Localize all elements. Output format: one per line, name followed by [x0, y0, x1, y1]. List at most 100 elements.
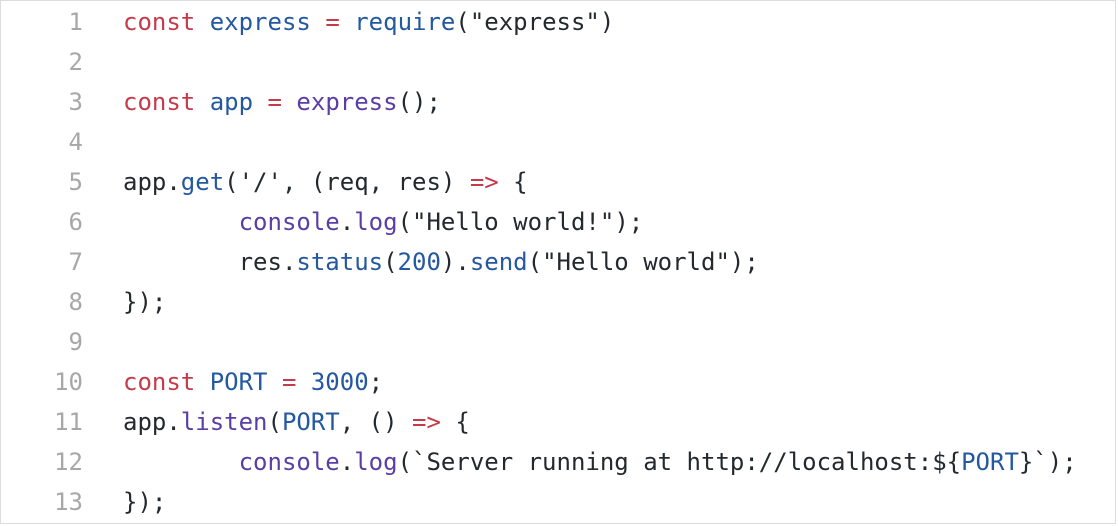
code-viewer: 1 const express = require("express") 2 3 con… [0, 0, 1116, 524]
code-line: 8}); [1, 282, 1115, 322]
code-token: console [238, 208, 340, 236]
code-line: 2 [1, 42, 1115, 82]
code-token: ); [729, 248, 759, 276]
code-token: get [180, 168, 225, 196]
code-token: ; [368, 368, 384, 396]
code-line: 10 const PORT = 3000; [1, 362, 1115, 402]
code-token: const [123, 368, 196, 396]
line-code: res.status(200).send("Hello world"); [123, 242, 759, 282]
code-token: app [209, 88, 254, 116]
code-line: 13}); [1, 482, 1115, 522]
code-token: app. [123, 408, 181, 436]
code-token: ( [224, 168, 239, 196]
code-token: "express" [469, 8, 600, 36]
code-token: express [209, 8, 311, 36]
code-lines-container: 1 const express = require("express") 2 3 con… [1, 2, 1115, 522]
code-token: const [123, 88, 196, 116]
code-token: const [123, 8, 196, 36]
line-number: 3 [68, 88, 83, 116]
code-token: ); [1047, 448, 1077, 476]
code-token: 3000 [310, 368, 369, 396]
code-token: 200 [397, 248, 441, 276]
code-line: 12 console.log(`Server running at http:/… [1, 442, 1115, 482]
code-token: status [296, 248, 384, 276]
line-number: 10 [54, 368, 83, 396]
code-token: send [469, 248, 528, 276]
code-token: ( [397, 208, 413, 236]
line-code: const PORT = 3000; [123, 362, 383, 402]
code-line: 9 [1, 322, 1115, 362]
line-number: 11 [54, 408, 83, 436]
code-line: 3 const app = express(); [1, 82, 1115, 122]
code-line: 11 app.listen(PORT, () => { [1, 402, 1115, 442]
line-code: app.listen(PORT, () => { [123, 402, 470, 442]
code-token: , () [339, 408, 412, 436]
line-code: }); [123, 282, 166, 322]
code-line: 1 const express = require("express") [1, 2, 1115, 42]
code-token: . [339, 208, 355, 236]
code-token: }); [123, 288, 167, 316]
code-token: => [469, 168, 499, 196]
line-number: 9 [68, 328, 83, 356]
code-token: listen [180, 408, 268, 436]
code-token: }` [1018, 448, 1048, 476]
line-number: 2 [68, 48, 83, 76]
code-line: 6 console.log("Hello world!"); [1, 202, 1115, 242]
code-token: app. [123, 168, 181, 196]
code-token: { [440, 408, 470, 436]
code-token: ( [527, 248, 543, 276]
line-code: app.get('/', (req, res) => { [123, 162, 528, 202]
line-number: 12 [54, 448, 83, 476]
code-token: ( [397, 448, 413, 476]
code-token: = [281, 368, 297, 396]
code-token: ). [440, 248, 470, 276]
line-number: 7 [68, 248, 83, 276]
code-token: `Server running at http://localhost:${ [412, 448, 962, 476]
line-code: console.log(`Server running at http://lo… [123, 442, 1077, 482]
code-token: = [267, 88, 282, 116]
code-token: "Hello world!" [412, 208, 615, 236]
line-number: 4 [68, 128, 83, 156]
code-line: 5 app.get('/', (req, res) => { [1, 162, 1115, 202]
code-token: { [498, 168, 528, 196]
code-token: . [339, 448, 355, 476]
code-token: ( [455, 8, 470, 36]
code-token: log [354, 448, 398, 476]
code-token: '/' [238, 168, 282, 196]
code-token: PORT [281, 408, 340, 436]
code-token: ( [267, 408, 282, 436]
code-token: ); [614, 208, 644, 236]
line-number: 1 [68, 8, 83, 36]
line-number: 8 [68, 288, 83, 316]
code-token: , (req, res) [281, 168, 470, 196]
code-token: PORT [961, 448, 1019, 476]
code-token: }); [123, 488, 167, 516]
code-token: log [354, 208, 398, 236]
line-code: console.log("Hello world!"); [123, 202, 644, 242]
line-code: const express = require("express") [123, 2, 614, 42]
line-number: 5 [68, 168, 83, 196]
code-token: "Hello world" [542, 248, 730, 276]
line-number: 6 [68, 208, 83, 236]
code-line: 7 res.status(200).send("Hello world"); [1, 242, 1115, 282]
code-token: require [354, 8, 456, 36]
line-code: const app = express(); [123, 82, 441, 122]
code-token: ( [383, 248, 398, 276]
line-code: }); [123, 482, 166, 522]
code-token: => [412, 408, 441, 436]
code-token: ) [599, 8, 615, 36]
line-number: 13 [54, 488, 83, 516]
code-token: (); [397, 88, 441, 116]
code-token: res. [123, 248, 297, 276]
code-token: console [238, 448, 340, 476]
